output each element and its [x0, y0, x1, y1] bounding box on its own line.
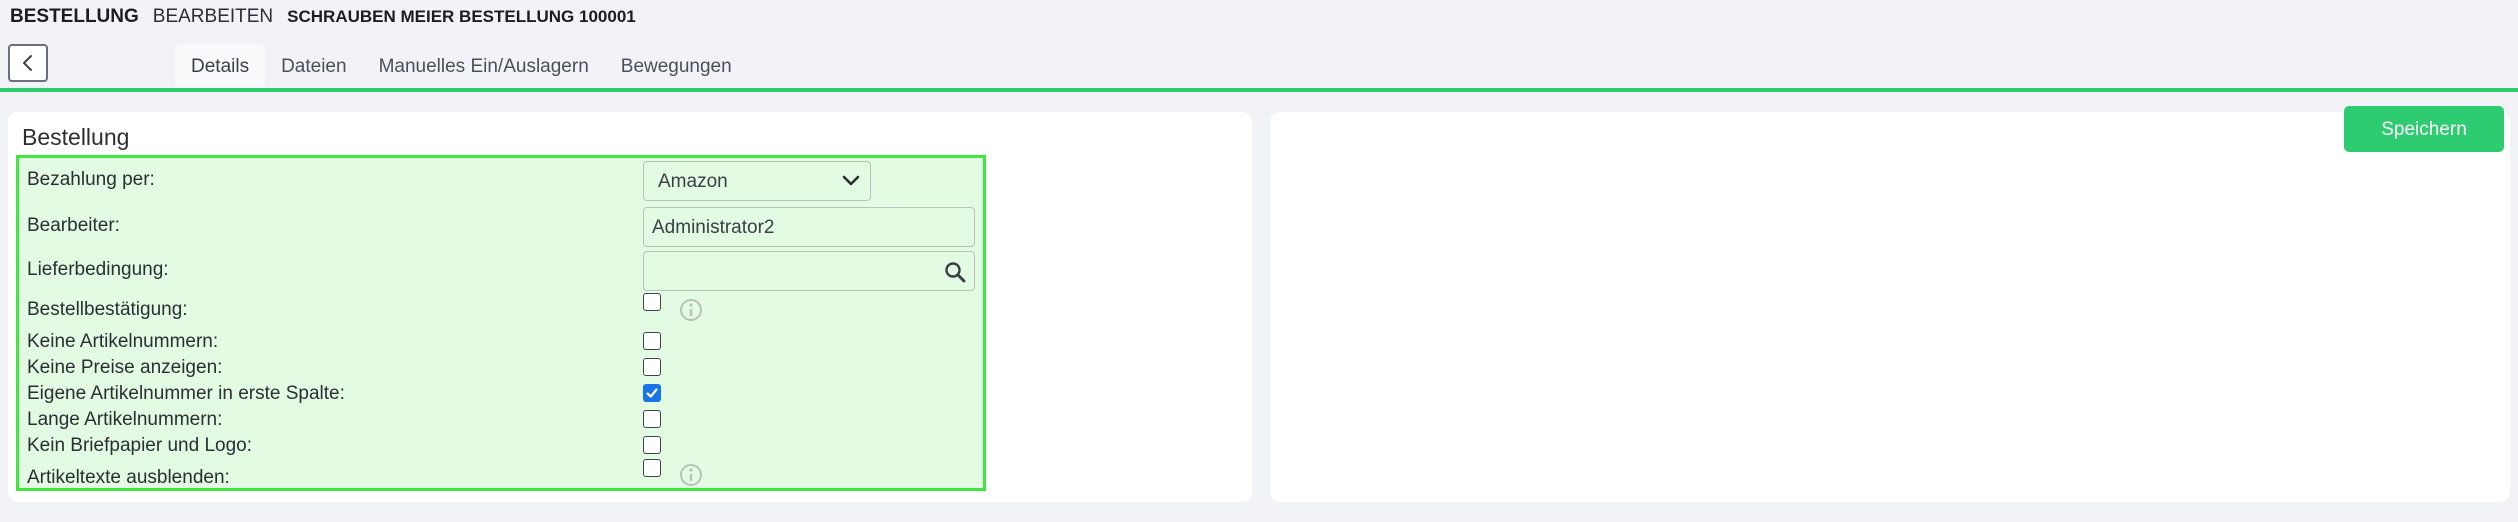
- delivery-label: Lieferbedingung:: [27, 259, 169, 280]
- checkbox-bestellbestaetigung[interactable]: [643, 293, 661, 311]
- info-icon[interactable]: [679, 298, 703, 322]
- tab-details[interactable]: Details: [175, 44, 266, 88]
- checkbox-label-lange-artikelnummern: Lange Artikelnummern:: [27, 409, 223, 430]
- breadcrumb: BESTELLUNG BEARBEITEN SCHRAUBEN MEIER BE…: [10, 6, 636, 28]
- delivery-condition-input[interactable]: [643, 251, 975, 291]
- payment-select[interactable]: Amazon: [643, 161, 871, 201]
- tab-bar: Details Dateien Manuelles Ein/Auslagern …: [175, 44, 748, 88]
- page-header: BESTELLUNG BEARBEITEN SCHRAUBEN MEIER BE…: [0, 0, 2518, 92]
- breadcrumb-action: BEARBEITEN: [152, 6, 274, 27]
- checkbox-label-keine-preise: Keine Preise anzeigen:: [27, 357, 223, 378]
- checkbox-kein-briefpapier[interactable]: [643, 436, 661, 454]
- checkbox-keine-preise[interactable]: [643, 358, 661, 376]
- order-form-highlight: Bezahlung per: Amazon Bearbeiter: Admini…: [16, 155, 986, 491]
- chevron-down-icon: [842, 175, 860, 186]
- chevron-left-icon: [23, 55, 32, 71]
- checkbox-label-kein-briefpapier: Kein Briefpapier und Logo:: [27, 435, 252, 456]
- back-button[interactable]: [8, 44, 48, 82]
- side-panel: [1270, 112, 2510, 502]
- checkbox-label-eigene-artikelnummer: Eigene Artikelnummer in erste Spalte:: [27, 383, 345, 404]
- processor-label: Bearbeiter:: [27, 215, 120, 236]
- search-icon[interactable]: [944, 261, 966, 283]
- tab-manuelles-ein-auslagern[interactable]: Manuelles Ein/Auslagern: [363, 44, 605, 88]
- checkmark-icon: [646, 388, 658, 398]
- checkbox-label-artikeltexte: Artikeltexte ausblenden:: [27, 467, 230, 488]
- checkbox-label-bestellbestaetigung: Bestellbestätigung:: [27, 299, 188, 320]
- checkbox-eigene-artikelnummer[interactable]: [643, 384, 661, 402]
- payment-select-value: Amazon: [658, 171, 728, 192]
- page-title: SCHRAUBEN MEIER BESTELLUNG 100001: [287, 7, 636, 26]
- breadcrumb-section[interactable]: BESTELLUNG: [10, 6, 139, 28]
- payment-label: Bezahlung per:: [27, 169, 155, 190]
- checkbox-keine-artikelnummern[interactable]: [643, 332, 661, 350]
- info-icon[interactable]: [679, 463, 703, 487]
- section-title: Bestellung: [22, 124, 130, 150]
- checkbox-label-keine-artikelnummern: Keine Artikelnummern:: [27, 331, 219, 352]
- save-button[interactable]: Speichern: [2344, 106, 2504, 152]
- checkbox-lange-artikelnummern[interactable]: [643, 410, 661, 428]
- processor-input[interactable]: Administrator2: [643, 207, 975, 247]
- tab-bewegungen[interactable]: Bewegungen: [605, 44, 748, 88]
- checkbox-artikeltexte[interactable]: [643, 459, 661, 477]
- tab-dateien[interactable]: Dateien: [265, 44, 363, 88]
- order-card: Bestellung Bezahlung per: Amazon Bearbei…: [8, 112, 1252, 502]
